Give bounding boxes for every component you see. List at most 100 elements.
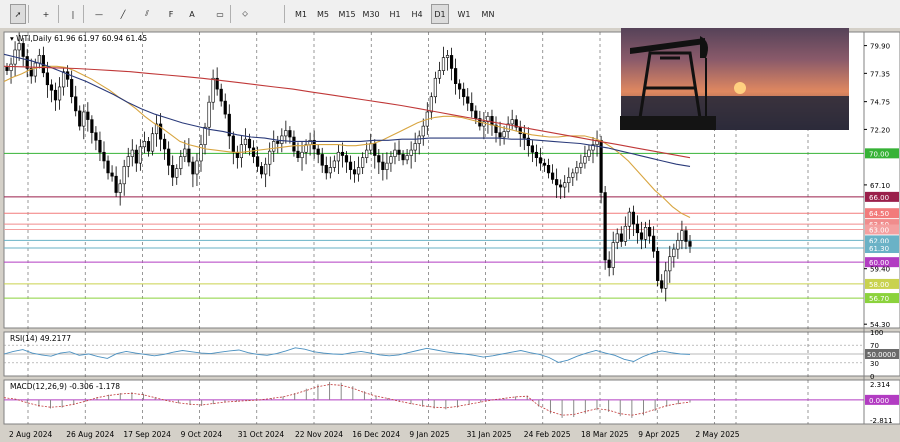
candle-body [126,156,130,167]
x-tick-label: 2 May 2025 [695,430,739,439]
candle-body [668,256,672,272]
rsi-scale-label: 30 [870,360,879,368]
candle-body [474,110,478,119]
candle-body [21,43,25,57]
candle-body [9,63,13,71]
macd-scale-max: 2.314 [870,381,891,389]
timeframe-w1-button[interactable]: W1 [455,4,473,24]
candle-body [66,71,70,80]
candle-body [575,167,579,174]
candle-body [348,161,353,170]
fibonacci-icon[interactable]: F [164,4,178,24]
candle-body [146,141,151,152]
toolbar-separator [230,5,231,23]
candle-body [163,138,167,150]
candle-body [652,235,656,252]
candle-body [441,57,446,71]
candle-body [538,157,543,164]
trading-terminal-window: ➚ + | — ╱ ⫽ F A ▭ ⬦ M1 M5 M15 M30 H1 H4 D1 W1 MN 2 Aug 202… [0,0,900,442]
timeframe-h1-button[interactable]: H1 [386,4,404,24]
x-tick-label: 26 Aug 2024 [66,430,114,439]
trendline-icon[interactable]: ╱ [116,4,130,24]
y-tick-label: 74.75 [870,99,890,107]
level-price-label: 66.00 [869,194,889,202]
cursor-icon[interactable]: ➚ [10,4,26,24]
candle-body [619,233,623,242]
candle-body [599,139,603,193]
candle-body [579,162,583,168]
candle-body [187,148,191,163]
toolbar-separator [284,5,285,23]
x-tick-label: 2 Aug 2024 [9,430,52,439]
crosshair-icon[interactable]: + [36,4,56,24]
candle-body [555,179,559,186]
candle-body [571,172,575,178]
candle-body [324,165,328,174]
chart-area[interactable]: 2 Aug 2024 26 Aug 2024 17 Sep 2024 9 Oct 20… [0,28,900,442]
candle-body [255,156,260,167]
rsi-value-label: 50.0000 [867,351,896,359]
candle-body [90,119,94,133]
timeframe-m1-button[interactable]: M1 [292,4,310,24]
candle-body [611,242,615,268]
candle-body [583,156,587,164]
level-price-label: 56.70 [869,295,889,303]
candle-body [231,135,235,153]
candle-body [603,192,607,261]
x-tick-label: 31 Oct 2024 [238,430,285,439]
candle-body [550,172,555,180]
candle-body [462,88,466,98]
candle-body [130,149,134,157]
candle-body [122,166,126,185]
candle-body [389,156,393,164]
timeframe-m15-button[interactable]: M15 [336,4,358,24]
label-icon[interactable]: ▭ [212,4,228,24]
timeframe-mn-button[interactable]: MN [479,4,497,24]
shapes-icon[interactable]: ⬦ [236,4,254,24]
candle-body [82,111,86,127]
candle-body [150,133,155,152]
timeframe-m30-button[interactable]: M30 [360,4,382,24]
candle-body [336,151,340,162]
candle-body [251,147,256,157]
candle-body [57,86,62,101]
macd-pane[interactable] [3,379,900,425]
timeframe-h4-button[interactable]: H4 [408,4,426,24]
candle-body [449,55,454,69]
candle-body [684,230,688,242]
candle-body [631,211,636,225]
candle-body [559,184,563,188]
candle-body [45,72,50,86]
candle-body [167,148,171,166]
candle-body [288,130,292,138]
y-tick-label: 79.90 [870,43,890,51]
channel-icon[interactable]: ⫽ [140,4,154,24]
candle-body [5,67,9,71]
rsi-label: RSI(14) 49.2177 [10,334,71,343]
candle-body [292,136,296,152]
candle-body [195,160,199,175]
candle-body [361,157,365,168]
candle-body [37,55,41,64]
level-price-label: 63.00 [869,227,889,235]
toolbar-separator [83,5,84,23]
vertical-line-icon[interactable]: | [67,4,79,24]
y-tick-label: 77.35 [870,70,890,78]
candle-body [635,223,640,234]
candle-body [272,141,276,152]
timeframe-d1-button[interactable]: D1 [431,4,449,24]
candle-body [401,154,405,161]
candle-body [688,241,692,247]
candle-body [587,149,591,157]
timeframe-m5-button[interactable]: M5 [314,4,332,24]
candle-body [239,144,244,158]
candle-body [664,270,668,289]
chart-toolbar: ➚ + | — ╱ ⫽ F A ▭ ⬦ M1 M5 M15 M30 H1 H4 D1 W1 MN [0,0,900,29]
x-tick-label: 9 Oct 2024 [181,430,223,439]
candle-body [78,110,82,127]
candle-body [191,161,195,175]
candle-body [369,143,373,151]
horizontal-line-icon[interactable]: — [92,4,106,24]
text-icon[interactable]: A [186,4,198,24]
x-tick-label: 18 Mar 2025 [581,430,629,439]
